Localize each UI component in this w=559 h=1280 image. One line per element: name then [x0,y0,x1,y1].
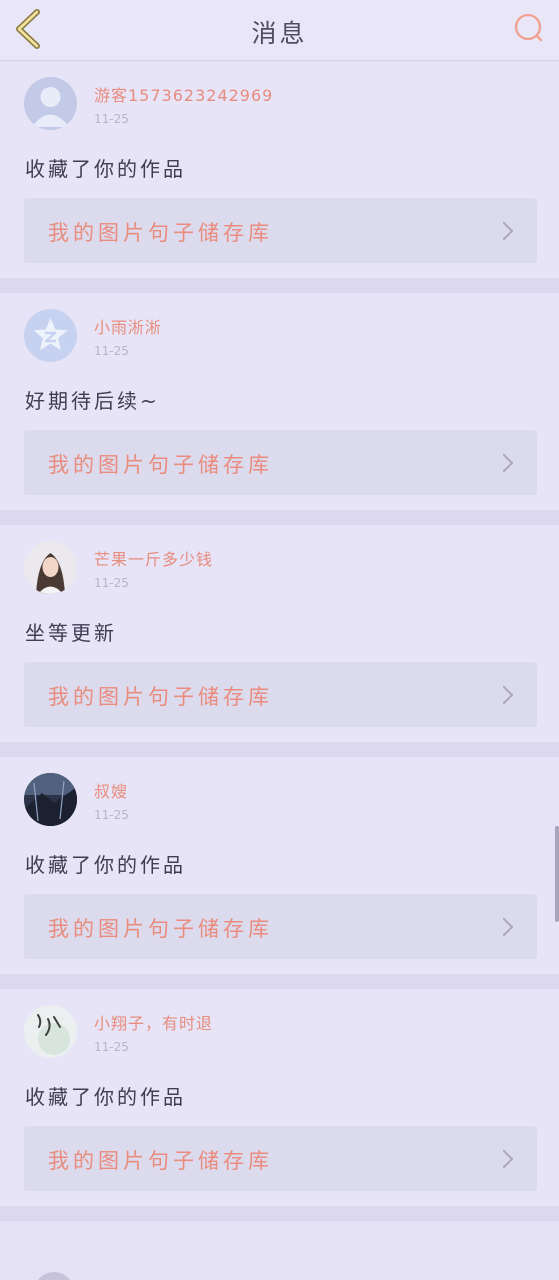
divider [0,510,559,525]
work-title: 我的图片句子储存库 [48,917,273,941]
work-title: 我的图片句子储存库 [48,221,273,245]
avatar[interactable] [34,1272,74,1280]
avatar[interactable] [24,309,77,362]
chevron-right-icon [503,686,513,704]
work-link-card[interactable]: 我的图片句子储存库 [24,198,537,263]
message-text: 收藏了你的作品 [25,157,186,181]
username[interactable]: 芒果一斤多少钱 [94,546,213,570]
message-list: 游客1573623242969 11-25 收藏了你的作品 我的图片句子储存库 … [0,61,559,1221]
work-title: 我的图片句子储存库 [48,1149,273,1173]
message-text: 坐等更新 [25,621,117,645]
divider [0,1206,559,1221]
username[interactable]: 游客1573623242969 [94,82,273,106]
search-icon [514,13,543,42]
timestamp: 11-25 [94,1040,129,1054]
message-text: 收藏了你的作品 [25,853,186,877]
page-title: 消息 [251,19,308,48]
timestamp: 11-25 [94,576,129,590]
message-text: 好期待后续~ [25,389,160,413]
work-link-card[interactable]: 我的图片句子储存库 [24,894,537,959]
qzone-star-avatar-icon [24,309,77,362]
scrollbar-thumb[interactable] [555,826,559,922]
work-link-card[interactable]: 我的图片句子储存库 [24,662,537,727]
username[interactable]: 叔嫂 [94,778,128,802]
avatar[interactable] [24,1005,77,1058]
work-title: 我的图片句子储存库 [48,685,273,709]
avatar[interactable] [24,541,77,594]
chevron-right-icon [503,454,513,472]
chevron-right-icon [503,222,513,240]
messages-screen: 消息 游客1573623242969 11-25 收藏了你的作品 我的图片句子储… [0,0,559,1280]
message-text: 收藏了你的作品 [25,1085,186,1109]
message-item: 叔嫂 11-25 收藏了你的作品 我的图片句子储存库 [0,757,559,974]
work-link-card[interactable]: 我的图片句子储存库 [24,430,537,495]
work-link-card[interactable]: 我的图片句子储存库 [24,1126,537,1191]
username[interactable]: 小翔子，有时退 [94,1010,213,1034]
default-user-avatar-icon [24,77,77,130]
timestamp: 11-25 [94,808,129,822]
timestamp: 11-25 [94,112,129,126]
divider [0,278,559,293]
top-navigation-bar: 消息 [0,0,559,61]
avatar[interactable] [24,77,77,130]
chevron-right-icon [503,918,513,936]
girl-photo-avatar [24,541,77,594]
work-title: 我的图片句子储存库 [48,453,273,477]
message-item: 小翔子，有时退 11-25 收藏了你的作品 我的图片句子储存库 [0,989,559,1206]
timestamp: 11-25 [94,344,129,358]
divider [0,742,559,757]
search-button[interactable] [511,10,547,46]
message-item: 游客1573623242969 11-25 收藏了你的作品 我的图片句子储存库 [0,61,559,278]
avatar[interactable] [24,773,77,826]
divider [0,974,559,989]
night-scene-avatar [24,773,77,826]
calligraphy-avatar [24,1005,77,1058]
message-item: 芒果一斤多少钱 11-25 坐等更新 我的图片句子储存库 [0,525,559,742]
username[interactable]: 小雨淅淅 [94,314,162,338]
chevron-right-icon [503,1150,513,1168]
message-item: 小雨淅淅 11-25 好期待后续~ 我的图片句子储存库 [0,293,559,510]
